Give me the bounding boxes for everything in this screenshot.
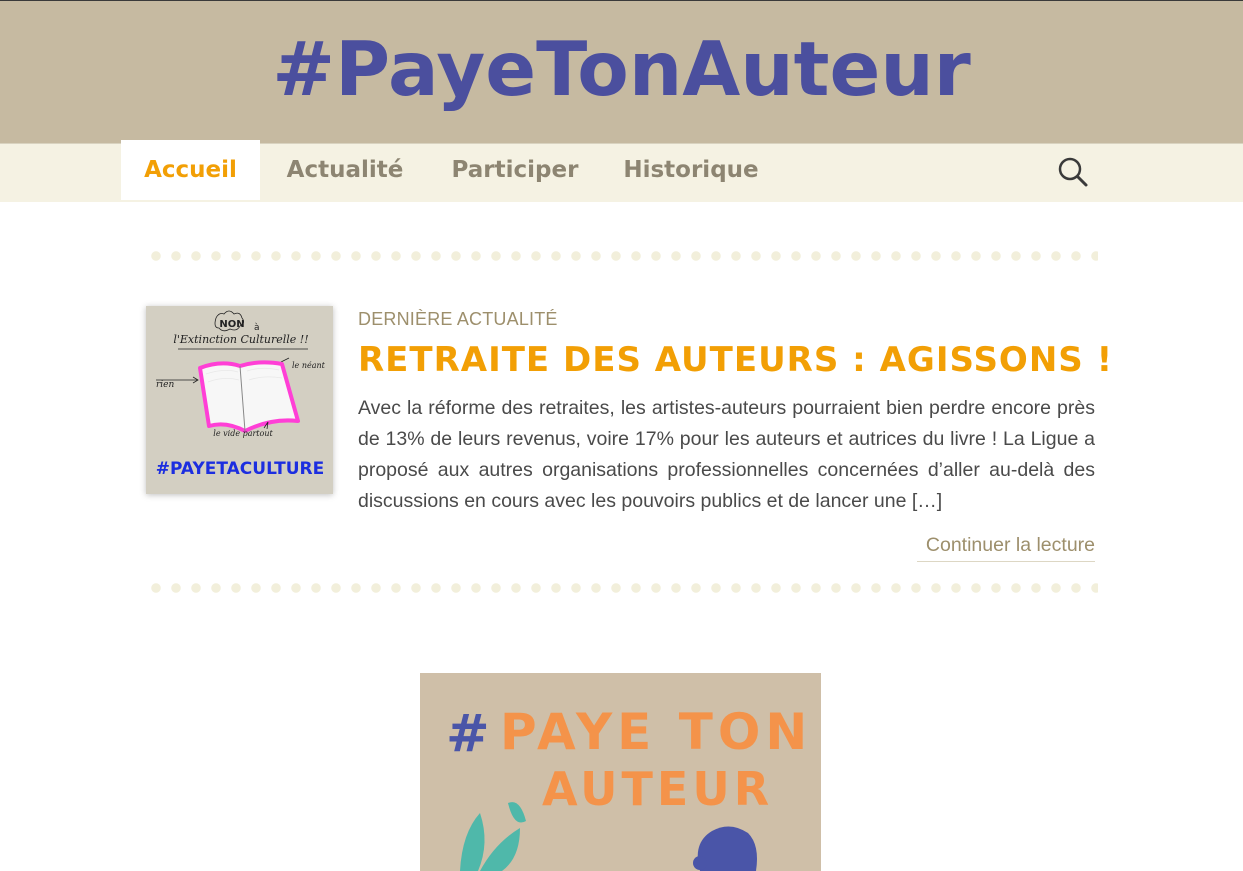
nav-item-accueil[interactable]: Accueil [121,140,260,200]
thumb-note-top: NON [219,319,244,330]
post-thumbnail[interactable]: NON à l'Extinction Culturelle !! rien le… [146,306,333,494]
site-title[interactable]: #PayeTonAuteur [0,19,1243,119]
banner-hash: # [446,704,490,764]
post-excerpt: Avec la réforme des retraites, les artis… [358,397,1095,512]
search-icon [1058,157,1088,187]
post-kicker: DERNIÈRE ACTUALITÉ [358,309,558,329]
post-title[interactable]: RETRAITE DES AUTEURS : AGISSONS ! [358,340,1113,380]
thumb-note-right: le néant [292,361,326,370]
nav-item-actualite[interactable]: Actualité [270,140,420,200]
banner-illustration: # PAYE TON AUTEUR [420,673,821,871]
banner-line-2: AUTEUR [542,762,773,816]
nav-item-participer[interactable]: Participer [435,140,595,200]
post-thumbnail-image: NON à l'Extinction Culturelle !! rien le… [146,306,333,494]
site-header: #PayeTonAuteur [0,1,1243,143]
dotted-divider-top [146,251,1098,261]
read-more-link[interactable]: Continuer la lecture [917,534,1095,562]
banner-line-1: PAYE TON [500,703,812,761]
banner-image: # PAYE TON AUTEUR [420,673,821,871]
thumb-note-left: rien [156,380,175,390]
thumb-hashtag: #PAYETACULTURE [156,459,324,479]
thumb-note-a: à [254,323,260,333]
main-navigation: Accueil Actualité Participer Historique [0,140,1243,202]
thumb-note-bottom: le vide partout [213,429,273,438]
dotted-divider-bottom [146,583,1098,593]
nav-item-historique[interactable]: Historique [615,140,767,200]
search-button[interactable] [1055,155,1089,189]
thumb-note-line: l'Extinction Culturelle !! [173,333,308,346]
